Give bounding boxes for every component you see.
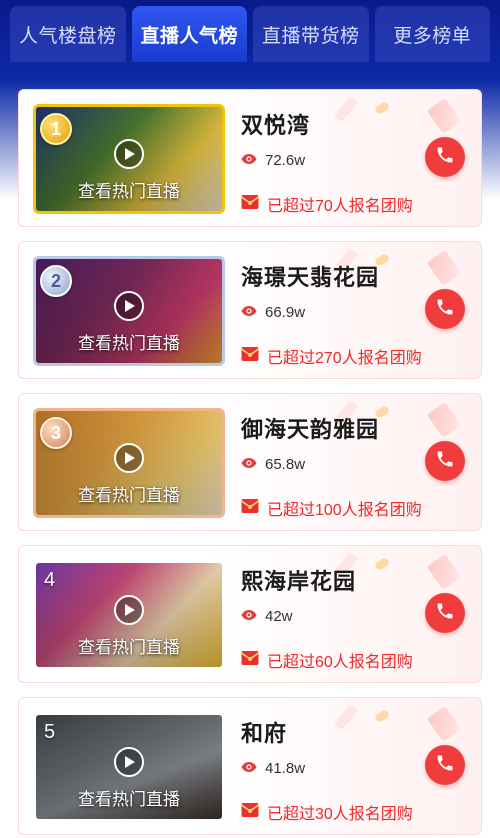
group-buy-text: 已超过270人报名团购 [267,350,422,367]
view-count: 72.6w [241,152,305,169]
ranking-card[interactable]: 1 查看热门直播 双悦湾 72.6w 已超过70人报名团购 [18,89,482,227]
tab-popular-projects[interactable]: 人气楼盘榜 [10,6,126,62]
call-button[interactable] [425,593,465,633]
project-name[interactable]: 和府 [241,716,287,748]
red-envelope-icon [241,498,259,519]
bronze-medal-icon: 3 [40,417,72,449]
watch-live-label: 查看热门直播 [78,182,180,201]
rank-number: 4 [44,569,56,591]
view-count: 42w [241,608,293,625]
eye-icon [241,152,257,169]
decor-shape [426,554,462,590]
phone-icon [435,145,455,170]
tab-live-sales[interactable]: 直播带货榜 [253,6,369,62]
group-buy-status: 已超过30人报名团购 [241,800,413,824]
decor-shape [373,557,391,571]
decor-shape [333,95,359,123]
decor-shape [426,706,462,742]
eye-icon [241,760,257,777]
watch-live-label: 查看热门直播 [78,486,180,505]
red-envelope-icon [241,346,259,367]
view-count-value: 72.6w [265,152,306,169]
phone-icon [435,601,455,626]
play-icon[interactable] [114,747,144,777]
view-count-value: 66.9w [265,304,306,321]
rank-number: 3 [50,422,61,443]
red-envelope-icon [241,650,259,671]
play-icon[interactable] [114,595,144,625]
red-envelope-icon [241,802,259,823]
call-button[interactable] [425,441,465,481]
eye-icon [241,304,257,321]
tab-more-rankings[interactable]: 更多榜单 [374,6,490,62]
watch-live-label: 查看热门直播 [78,790,180,809]
ranking-card[interactable]: 4 查看热门直播 熙海岸花园 42w 已超过60人报名团购 [18,545,482,683]
decor-shape [373,101,391,115]
ranking-tabs: 人气楼盘榜 直播人气榜 直播带货榜 更多榜单 [0,0,500,70]
view-count-value: 65.8w [265,456,306,473]
call-button[interactable] [425,137,465,177]
ranking-card[interactable]: 3 查看热门直播 御海天韵雅园 65.8w 已超过100人报名团购 [18,393,482,531]
decor-shape [426,98,462,134]
live-thumbnail[interactable]: 1 查看热门直播 [33,104,225,214]
eye-icon [241,608,257,625]
group-buy-text: 已超过100人报名团购 [267,502,422,519]
red-envelope-icon [241,194,259,215]
phone-icon [435,449,455,474]
project-name[interactable]: 海璟天翡花园 [241,260,379,292]
play-icon[interactable] [114,443,144,473]
view-count: 41.8w [241,760,305,777]
ranking-list: 1 查看热门直播 双悦湾 72.6w 已超过70人报名团购 2 查看热门直播 海… [18,89,482,838]
decor-shape [333,703,359,731]
decor-shape [373,709,391,723]
group-buy-status: 已超过270人报名团购 [241,344,422,368]
live-thumbnail[interactable]: 2 查看热门直播 [33,256,225,366]
view-count-value: 42w [265,608,293,625]
ranking-card[interactable]: 5 查看热门直播 和府 41.8w 已超过30人报名团购 [18,697,482,835]
group-buy-status: 已超过100人报名团购 [241,496,422,520]
tab-live-popularity[interactable]: 直播人气榜 [131,6,247,62]
group-buy-text: 已超过70人报名团购 [267,198,413,215]
group-buy-status: 已超过60人报名团购 [241,648,413,672]
project-name[interactable]: 熙海岸花园 [241,564,356,596]
watch-live-label: 查看热门直播 [78,334,180,353]
view-count-value: 41.8w [265,760,306,777]
project-name[interactable]: 御海天韵雅园 [241,412,379,444]
phone-icon [435,297,455,322]
eye-icon [241,456,257,473]
silver-medal-icon: 2 [40,265,72,297]
live-thumbnail[interactable]: 5 查看热门直播 [33,712,225,822]
decor-shape [426,250,462,286]
ranking-card[interactable]: 2 查看热门直播 海璟天翡花园 66.9w 已超过270人报名团购 [18,241,482,379]
view-count: 65.8w [241,456,305,473]
live-thumbnail[interactable]: 3 查看热门直播 [33,408,225,518]
group-buy-text: 已超过60人报名团购 [267,654,413,671]
call-button[interactable] [425,745,465,785]
play-icon[interactable] [114,291,144,321]
call-button[interactable] [425,289,465,329]
rank-number: 1 [50,118,61,139]
view-count: 66.9w [241,304,305,321]
rank-number: 5 [44,721,56,743]
play-icon[interactable] [114,139,144,169]
live-thumbnail[interactable]: 4 查看热门直播 [33,560,225,670]
rank-number: 2 [50,270,61,291]
watch-live-label: 查看热门直播 [78,638,180,657]
decor-shape [426,402,462,438]
project-name[interactable]: 双悦湾 [241,108,310,140]
group-buy-text: 已超过30人报名团购 [267,806,413,823]
phone-icon [435,753,455,778]
group-buy-status: 已超过70人报名团购 [241,192,413,216]
gold-medal-icon: 1 [40,113,72,145]
